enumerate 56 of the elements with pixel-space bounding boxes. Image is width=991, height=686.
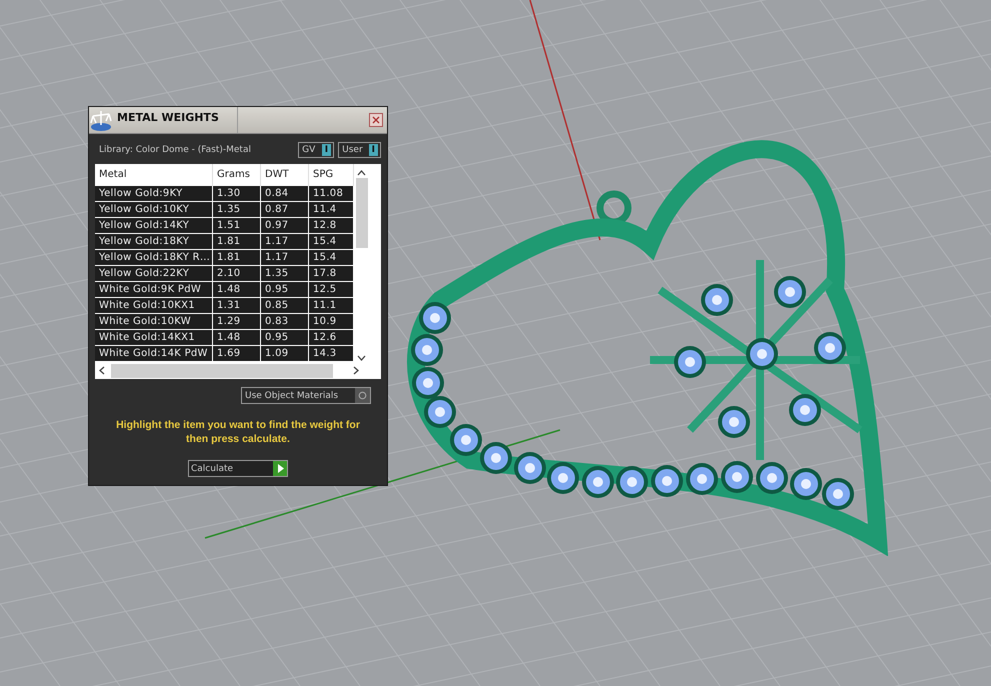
close-icon <box>372 116 380 124</box>
table-cell: 0.97 <box>261 218 309 234</box>
table-cell: 0.84 <box>261 186 309 202</box>
table-cell: Yellow Gold:18KY R… <box>95 250 213 266</box>
close-button[interactable] <box>369 113 383 127</box>
table-cell: 2.10 <box>213 266 261 282</box>
use-object-materials-toggle[interactable]: Use Object Materials <box>241 387 371 404</box>
table-cell: 11.1 <box>309 298 354 314</box>
table-cell: 11.08 <box>309 186 354 202</box>
table-cell: Yellow Gold:22KY <box>95 266 213 282</box>
table-cell: 17.8 <box>309 266 354 282</box>
table-cell: 1.29 <box>213 314 261 330</box>
table-cell: 0.83 <box>261 314 309 330</box>
calculate-button[interactable]: Calculate <box>188 460 288 477</box>
table-cell: 0.95 <box>261 330 309 346</box>
table-cell: 1.31 <box>213 298 261 314</box>
table-cell: 0.87 <box>261 202 309 218</box>
table-cell: 1.69 <box>213 346 261 362</box>
table-cell: 1.17 <box>261 250 309 266</box>
table-cell: 11.4 <box>309 202 354 218</box>
table-cell: 1.17 <box>261 234 309 250</box>
table-cell: 1.35 <box>261 266 309 282</box>
table-cell: 12.5 <box>309 282 354 298</box>
table-cell: 1.81 <box>213 250 261 266</box>
radio-icon <box>358 391 367 400</box>
table-cell: White Gold:10KX1 <box>95 298 213 314</box>
table-cell: 15.4 <box>309 250 354 266</box>
table-cell: White Gold:14KX1 <box>95 330 213 346</box>
table-cell: Yellow Gold:14KY <box>95 218 213 234</box>
scale-icon <box>89 108 113 132</box>
table-cell: Yellow Gold:9KY <box>95 186 213 202</box>
table-cell: 1.35 <box>213 202 261 218</box>
table-cell: White Gold:10KW <box>95 314 213 330</box>
table-cell: 1.81 <box>213 234 261 250</box>
table-cell: 1.09 <box>261 346 309 362</box>
table-cell: 1.48 <box>213 330 261 346</box>
table-cell: Yellow Gold:18KY <box>95 234 213 250</box>
table-cell: 0.95 <box>261 282 309 298</box>
toggle-button[interactable]: User I <box>338 142 381 158</box>
table-cell: 0.85 <box>261 298 309 314</box>
table-cell: 1.48 <box>213 282 261 298</box>
toggle-button[interactable]: GV I <box>298 142 334 158</box>
table-cell: 1.51 <box>213 218 261 234</box>
dialog-title: METAL WEIGHTS <box>113 107 238 133</box>
table-cell: 1.30 <box>213 186 261 202</box>
instruction-text: Highlight the item you want to find the weight for then press calculate. <box>115 418 361 446</box>
play-icon <box>276 464 284 473</box>
table-cell: 14.3 <box>309 346 354 362</box>
table-cell: 15.4 <box>309 234 354 250</box>
table-cell: Yellow Gold:10KY <box>95 202 213 218</box>
table-cell: 12.8 <box>309 218 354 234</box>
table-cell: 12.6 <box>309 330 354 346</box>
library-label: Library: Color Dome - (Fast)-Metal <box>99 145 251 155</box>
table-cell: White Gold:14K PdW <box>95 346 213 362</box>
table-cell: 10.9 <box>309 314 354 330</box>
table-cell: White Gold:9K PdW <box>95 282 213 298</box>
